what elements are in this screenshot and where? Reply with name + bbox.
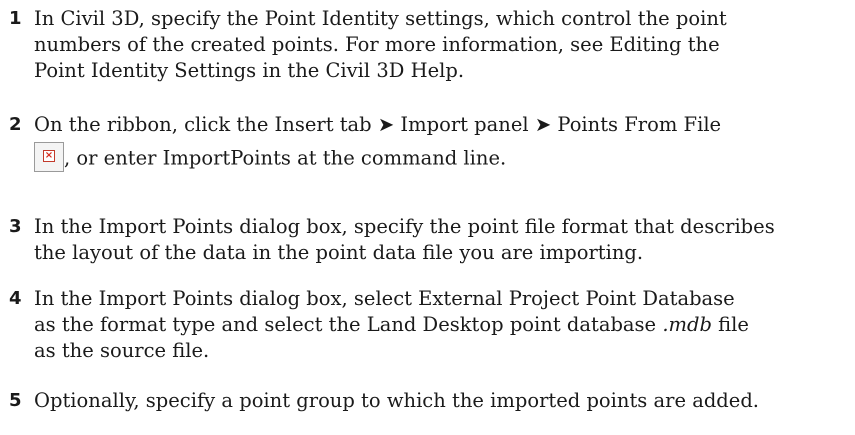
step-text: In the Import Points dialog box, specify… — [34, 214, 849, 266]
step-text: In the Import Points dialog box, select … — [34, 286, 849, 364]
step-line: numbers of the created points. For more … — [34, 33, 720, 56]
step-line: ×, or enter ImportPoints at the command … — [34, 142, 849, 174]
step-number: 1 — [9, 8, 22, 29]
step-line: as the format type and select the Land D… — [34, 312, 849, 338]
step-line: as the source file. — [34, 339, 210, 362]
step-text: In Civil 3D, specify the Point Identity … — [34, 6, 849, 84]
step-line: On the ribbon, click the Insert tab ➤ Im… — [34, 113, 722, 136]
step-number: 5 — [9, 390, 22, 411]
step-number: 3 — [9, 216, 22, 237]
step-line: In the Import Points dialog box, specify… — [34, 215, 775, 238]
step-line-text: file — [711, 313, 749, 336]
step-text: On the ribbon, click the Insert tab ➤ Im… — [34, 112, 849, 174]
step-line: In the Import Points dialog box, select … — [34, 287, 735, 310]
broken-image-icon: × — [34, 142, 64, 172]
step-number: 4 — [9, 288, 22, 309]
step-line: Point Identity Settings in the Civil 3D … — [34, 59, 465, 82]
step-line: In Civil 3D, specify the Point Identity … — [34, 7, 727, 30]
file-extension: .mdb — [662, 313, 712, 336]
step-line-text: , or enter ImportPoints at the command l… — [64, 146, 507, 170]
step-line: the layout of the data in the point data… — [34, 241, 644, 264]
step-number: 2 — [9, 114, 22, 135]
step-text: Optionally, specify a point group to whi… — [34, 388, 849, 414]
step-line-text: as the format type and select the Land D… — [34, 313, 657, 336]
step-line: Optionally, specify a point group to whi… — [34, 389, 760, 412]
